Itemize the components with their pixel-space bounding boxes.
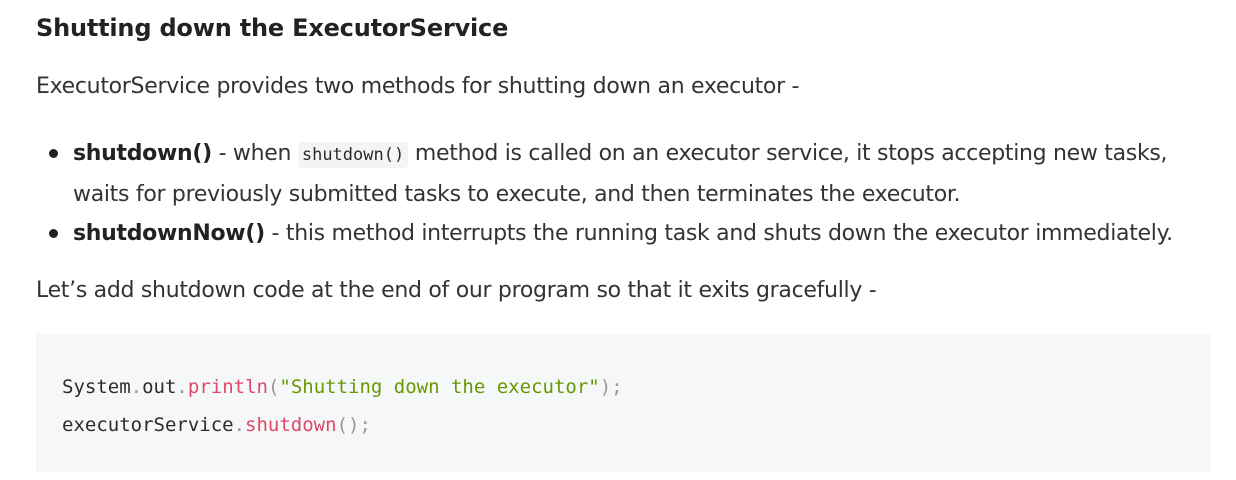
code-token-object: executorService — [62, 414, 234, 436]
bullet-dot-icon — [49, 149, 58, 158]
code-token-punctuation: . — [176, 376, 188, 398]
list-item-shutdown: shutdown() - when shutdown() method is c… — [36, 134, 1211, 214]
section-heading: Shutting down the ExecutorService — [36, 14, 509, 42]
code-block: System.out.println("Shutting down the ex… — [36, 334, 1211, 472]
code-line-shutdown: executorService.shutdown(); — [62, 406, 1185, 444]
inline-code-shutdown: shutdown() — [297, 142, 409, 168]
list-item-shutdownnow: shutdownNow() - this method interrupts t… — [36, 214, 1211, 253]
method-list: shutdown() - when shutdown() method is c… — [36, 134, 1211, 253]
code-token-punctuation: ); — [348, 414, 371, 436]
bullet-dot-icon — [49, 229, 58, 238]
code-token-function: shutdown — [245, 414, 337, 436]
term-shutdownnow: shutdownNow() — [73, 221, 265, 246]
code-token-punctuation: ); — [599, 376, 623, 398]
intro-paragraph: ExecutorService provides two methods for… — [36, 74, 800, 99]
code-token-field: out — [142, 376, 177, 398]
code-token-punctuation: ( — [267, 376, 280, 398]
code-token-string: "Shutting down the executor" — [279, 376, 600, 398]
outro-paragraph: Let’s add shutdown code at the end of ou… — [36, 278, 877, 303]
code-token-function: println — [187, 376, 268, 398]
code-line-println: System.out.println("Shutting down the ex… — [62, 368, 1185, 406]
term-shutdown: shutdown() — [73, 141, 212, 166]
bullet-text-before-code: - when — [211, 141, 298, 166]
code-token-object: System — [62, 376, 131, 398]
code-token-punctuation: ( — [336, 414, 349, 436]
bullet-text: - this method interrupts the running tas… — [264, 221, 1174, 246]
code-token-punctuation: . — [233, 414, 246, 436]
code-token-punctuation: . — [130, 376, 143, 398]
